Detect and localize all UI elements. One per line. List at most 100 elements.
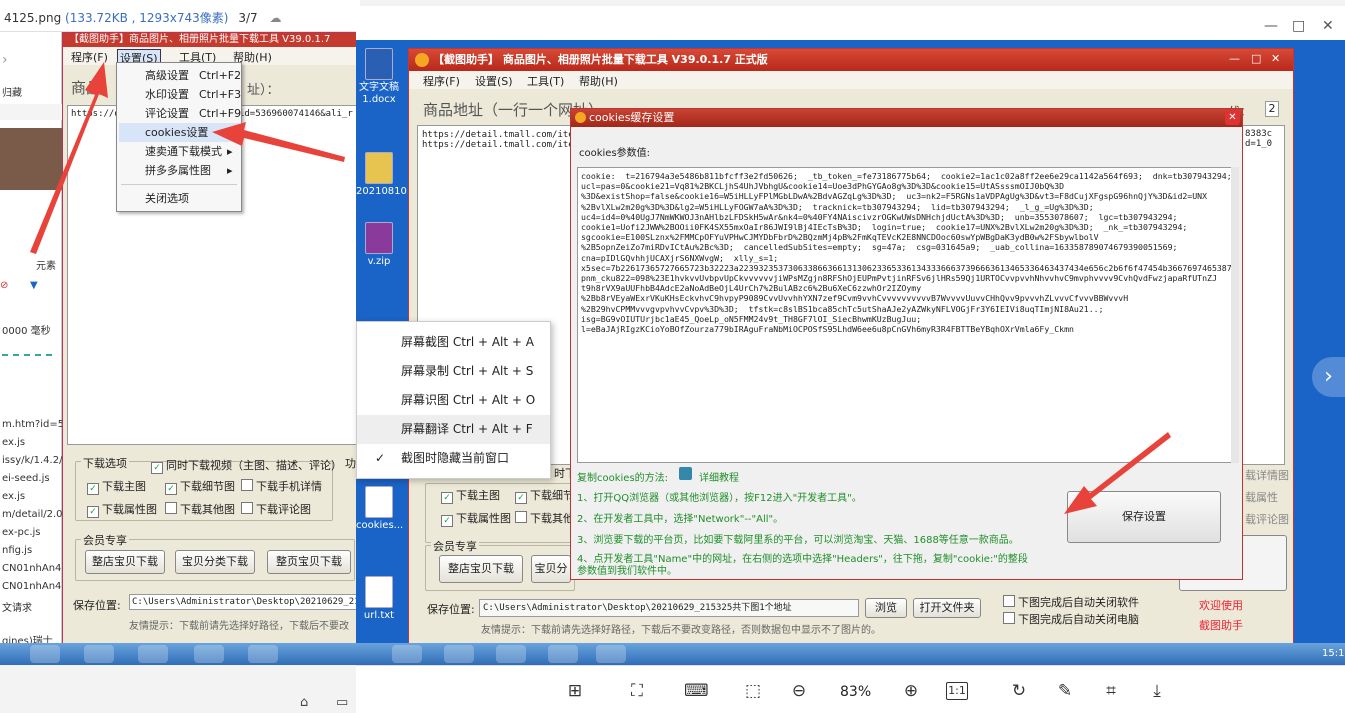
main-right-opt[interactable]: 载评论图 (1245, 511, 1289, 527)
menu-item-aliexpress[interactable]: 速卖通下载模式 ▸ (119, 142, 239, 161)
cloud-upload-icon[interactable]: ☁ (269, 11, 281, 25)
zoom-in-icon[interactable]: ⊕ (900, 681, 922, 701)
taskbar-folder-icon[interactable] (444, 645, 474, 663)
request-item[interactable]: ei-seed.js (2, 473, 50, 484)
elements-tab[interactable]: 元素 (36, 257, 56, 272)
dialog-close-icon[interactable]: ✕ (1225, 110, 1240, 125)
taskbar-browser-icon[interactable] (548, 645, 578, 663)
back-other-checkbox[interactable]: 下载其他图 (165, 501, 235, 517)
back-review-checkbox[interactable]: 下载评论图 (241, 501, 311, 517)
main-menu-program[interactable]: 程序(F) (423, 73, 460, 89)
desktop-icon-docx[interactable]: 文字文稿1.docx (356, 48, 402, 106)
request-item[interactable]: 文请求 (2, 599, 32, 614)
back-category-download-button[interactable]: 宝贝分类下载 (175, 550, 255, 574)
main-menu-help[interactable]: 帮助(H) (579, 73, 618, 89)
request-item[interactable]: nfig.js (2, 545, 32, 556)
main-main-checkbox[interactable]: 下载主图 (441, 487, 500, 504)
ctx-screen-record[interactable]: 屏幕录制 Ctrl + Alt + S (357, 357, 550, 386)
back-arrow-icon[interactable]: › (2, 52, 8, 68)
taskbar-ie-icon[interactable] (392, 645, 422, 663)
request-item[interactable]: ex-pc.js (2, 527, 41, 538)
taskbar-user-icon[interactable] (596, 645, 626, 663)
taskbar-user-icon[interactable] (248, 645, 278, 663)
ocr-icon[interactable]: ⛶ (626, 681, 648, 701)
menu-item-close[interactable]: 关闭选项 (119, 189, 239, 208)
main-right-opt[interactable]: 载属性 (1245, 489, 1278, 505)
crop-icon[interactable]: ⌗ (1100, 681, 1122, 701)
next-image-icon[interactable]: › (1312, 357, 1345, 397)
block-icon[interactable]: ⊘ (0, 280, 8, 291)
download-icon[interactable]: ⤓ (1146, 681, 1168, 701)
taskbar-browser-icon[interactable] (194, 645, 224, 663)
main-minimize-icon[interactable]: — (1229, 52, 1240, 65)
maximize-icon[interactable]: □ (1292, 18, 1305, 34)
back-shop-download-button[interactable]: 整店宝贝下载 (85, 550, 165, 574)
main-right-opt[interactable]: 载详情图 (1245, 467, 1289, 483)
save-settings-button[interactable]: 保存设置 (1067, 491, 1221, 543)
menu-item-advanced[interactable]: 高级设置 Ctrl+F2 (119, 66, 241, 85)
minimize-icon[interactable]: — (1264, 18, 1278, 34)
ctx-screen-translate[interactable]: 屏幕翻译 Ctrl + Alt + F (357, 415, 550, 444)
window-icon[interactable]: ▭ (336, 695, 348, 710)
back-save-path[interactable]: C:\Users\Administrator\Desktop\20210629_… (129, 594, 359, 610)
zoom-out-icon[interactable]: ⊖ (788, 681, 810, 701)
menu-item-cookies[interactable]: cookies设置 (119, 123, 239, 142)
grid-view-icon[interactable]: ⊞ (564, 681, 586, 701)
cookie-value-textarea[interactable]: cookie: t=216794a3e5486b811bfcff3e2fd506… (577, 167, 1235, 463)
filter-icon[interactable]: ▼ (30, 280, 38, 291)
actual-size-icon[interactable]: 1:1 (946, 682, 968, 700)
main-detail-checkbox[interactable]: 下载细节 (515, 487, 574, 504)
tutorial-icon[interactable] (679, 467, 692, 480)
back-attr-checkbox[interactable]: 下载属性图 (87, 501, 157, 518)
browse-button[interactable]: 浏览 (865, 598, 907, 618)
auto-close-software-checkbox[interactable]: 下图完成后自动关闭软件 (1003, 594, 1139, 610)
ctx-hide-window[interactable]: ✓ 截图时隐藏当前窗口 (357, 444, 550, 473)
request-item[interactable]: m.htm?id=57 (2, 419, 70, 430)
cookie-scrollbar[interactable] (1231, 167, 1239, 463)
back-detail-checkbox[interactable]: 下载细节图 (165, 478, 235, 495)
desktop-icon-cookies-file[interactable]: cookies... (356, 486, 403, 532)
main-menu-settings[interactable]: 设置(S) (475, 73, 513, 89)
back-main-checkbox[interactable]: 下载主图 (87, 478, 146, 495)
main-close-icon[interactable]: ✕ (1271, 52, 1280, 65)
main-attr-checkbox[interactable]: 下载属性图 (441, 510, 511, 527)
auto-close-pc-checkbox[interactable]: 下图完成后自动关闭电脑 (1003, 611, 1139, 627)
menu-item-pdd[interactable]: 拼多多属性图 ▸ (119, 161, 239, 180)
main-maximize-icon[interactable]: □ (1251, 52, 1261, 65)
taskbar-download-icon[interactable] (496, 645, 526, 663)
ctx-screen-capture[interactable]: 屏幕截图 Ctrl + Alt + A (357, 328, 550, 357)
menu-item-watermark[interactable]: 水印设置 Ctrl+F3 (119, 85, 241, 104)
request-item[interactable]: CN01nhAn4 (2, 581, 61, 592)
menu-item-review[interactable]: 评论设置 Ctrl+F9 (119, 104, 241, 123)
taskbar-download-icon[interactable] (138, 645, 168, 663)
mouse-icon[interactable]: ⌂ (300, 695, 308, 710)
main-save-path[interactable]: C:\Users\Administrator\Desktop\20210629_… (479, 599, 859, 617)
back-video-checkbox[interactable]: 同时下载视频（主图、描述、评论） (151, 457, 342, 474)
main-shop-download-button[interactable]: 整店宝贝下载 (439, 555, 523, 583)
threads-input[interactable]: 2 (1265, 101, 1279, 117)
request-item[interactable]: ex.js (2, 491, 25, 502)
request-item[interactable]: CN01nhAn4 (2, 563, 61, 574)
main-other-checkbox[interactable]: 下载其他 (515, 510, 574, 526)
request-item[interactable]: ex.js (2, 437, 25, 448)
ctx-screen-recognize[interactable]: 屏幕识图 Ctrl + Alt + O (357, 386, 550, 415)
taskbar-folder-icon[interactable] (84, 645, 114, 663)
fit-screen-icon[interactable]: ⬚ (742, 681, 764, 701)
translate-icon[interactable]: ⌨ (684, 681, 709, 701)
taskbar-ie-icon[interactable] (30, 645, 60, 663)
request-item[interactable]: issy/k/1.4.2/ (2, 455, 62, 466)
back-page-download-button[interactable]: 整页宝贝下载 (267, 550, 351, 574)
tutorial-link[interactable]: 详细教程 (699, 469, 739, 484)
request-item[interactable]: m/detail/2.0. (2, 509, 66, 520)
close-icon[interactable]: ✕ (1322, 18, 1334, 34)
main-category-download-button[interactable]: 宝贝分 (531, 555, 571, 583)
desktop-icon-zip[interactable]: v.zip (356, 222, 402, 268)
menu-program[interactable]: 程序(F) (71, 49, 108, 65)
main-menu-tools[interactable]: 工具(T) (527, 73, 564, 89)
rotate-icon[interactable]: ↻ (1008, 681, 1030, 701)
desktop-icon-folder[interactable]: 20210810... (356, 152, 416, 198)
back-phone-checkbox[interactable]: 下载手机详情 (241, 478, 322, 494)
desktop-icon-url-txt[interactable]: url.txt (356, 576, 402, 622)
edit-icon[interactable]: ✎ (1054, 681, 1076, 701)
open-folder-button[interactable]: 打开文件夹 (913, 598, 981, 618)
